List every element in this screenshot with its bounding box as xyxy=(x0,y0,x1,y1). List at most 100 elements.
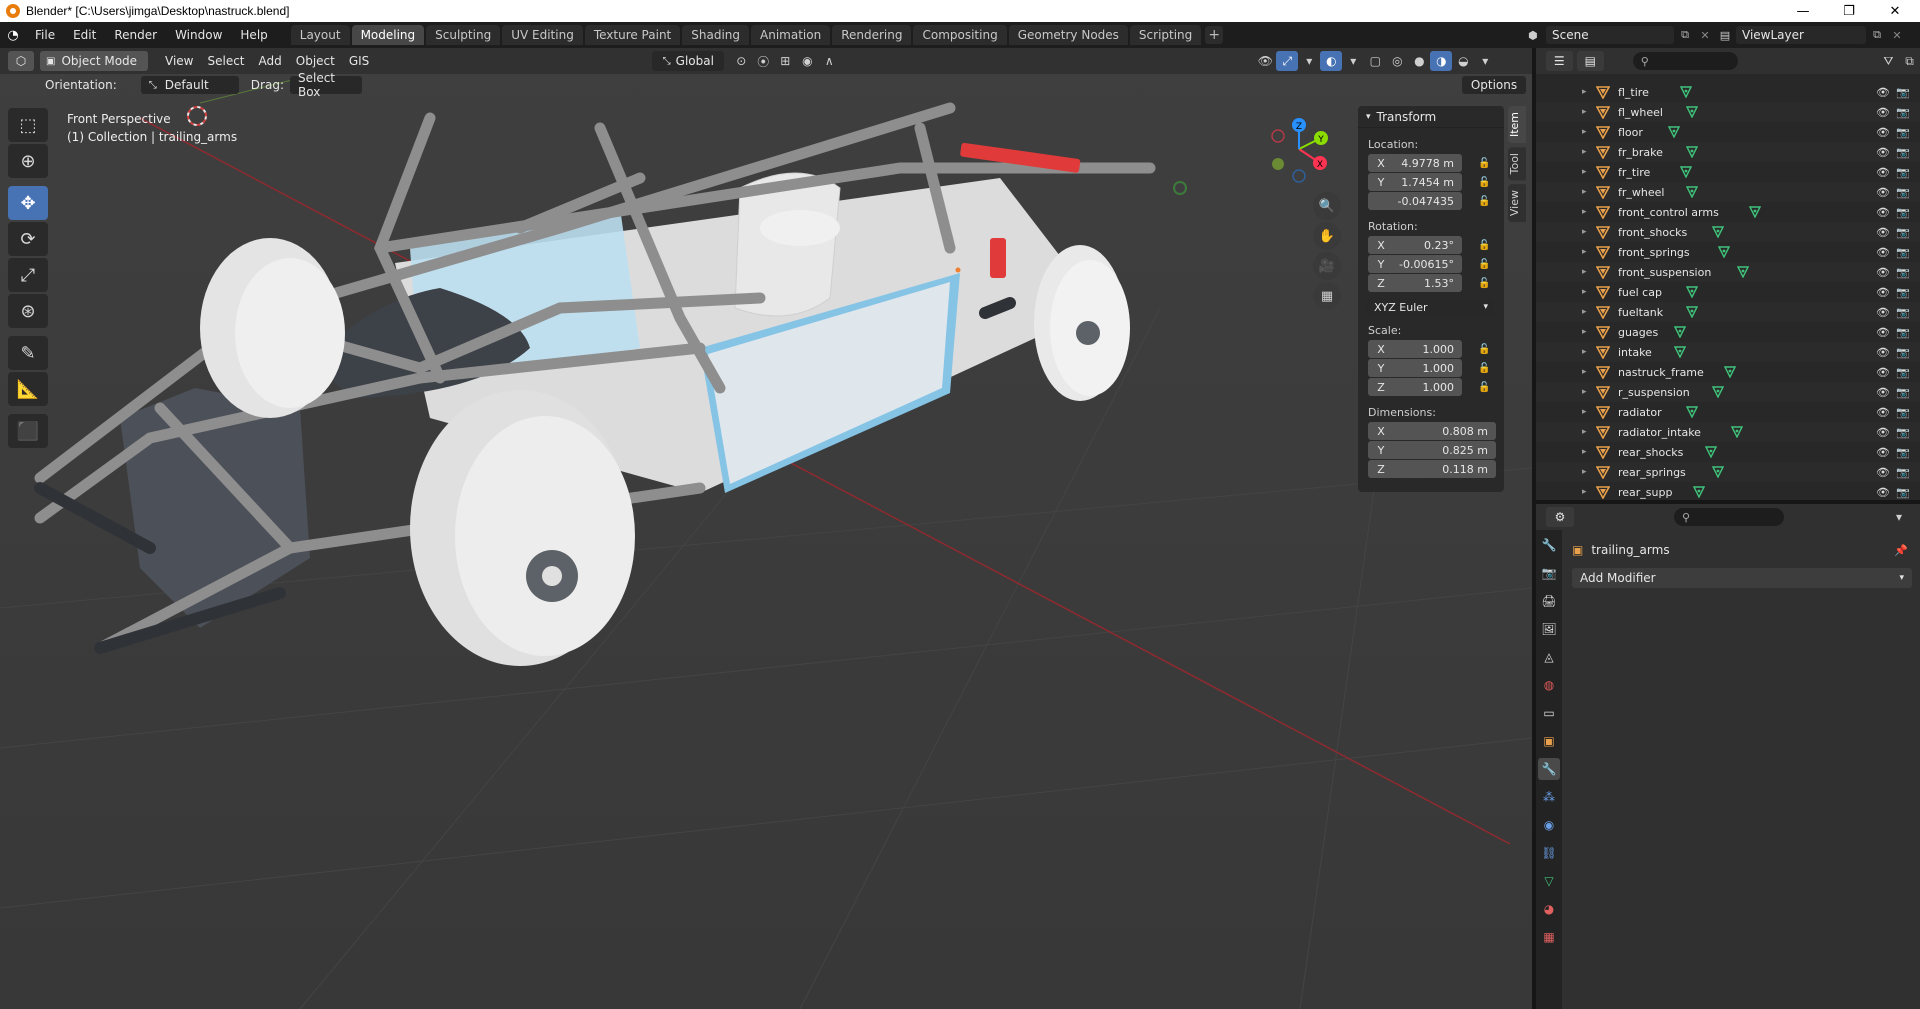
pin-icon[interactable]: 📌 xyxy=(1894,544,1908,557)
expand-arrow-icon[interactable]: ▸ xyxy=(1582,227,1587,237)
outliner-item[interactable]: ▸ floor 👁 📷 xyxy=(1536,122,1920,142)
expand-arrow-icon[interactable]: ▸ xyxy=(1582,427,1587,437)
orientation-dropdown[interactable]: ⤡ Default xyxy=(140,76,239,94)
outliner-item[interactable]: ▸ front_springs 👁 📷 xyxy=(1536,242,1920,262)
render-camera-icon[interactable]: 📷 xyxy=(1896,366,1910,379)
mesh-data-icon[interactable] xyxy=(1736,266,1749,278)
navigation-gizmo[interactable]: X Y Z xyxy=(1262,112,1336,186)
minimize-button[interactable]: — xyxy=(1780,0,1826,22)
new-collection-icon[interactable]: ⧉ xyxy=(1899,51,1920,71)
outliner-item[interactable]: ▸ guages 👁 📷 xyxy=(1536,322,1920,342)
outliner-item[interactable]: ▸ rear_shocks 👁 📷 xyxy=(1536,442,1920,462)
location-z-field[interactable]: -0.047435 xyxy=(1368,192,1462,210)
menu-view[interactable]: View xyxy=(158,48,200,74)
tab-scripting[interactable]: Scripting xyxy=(1129,25,1202,45)
menu-edit[interactable]: Edit xyxy=(64,22,105,48)
maximize-button[interactable]: ❐ xyxy=(1826,0,1872,22)
tab-animation[interactable]: Animation xyxy=(751,25,831,45)
expand-arrow-icon[interactable]: ▸ xyxy=(1582,287,1587,297)
tab-layout[interactable]: Layout xyxy=(290,25,350,45)
visibility-eye-icon[interactable]: 👁 xyxy=(1876,266,1890,279)
select-box-tool-icon[interactable]: ⬚ xyxy=(8,108,48,142)
render-camera-icon[interactable]: 📷 xyxy=(1896,286,1910,299)
modifier-properties-icon[interactable]: 🔧 xyxy=(1538,758,1560,780)
expand-arrow-icon[interactable]: ▸ xyxy=(1582,367,1587,377)
mesh-data-icon[interactable] xyxy=(1673,346,1686,358)
render-camera-icon[interactable]: 📷 xyxy=(1896,106,1910,119)
visibility-eye-icon[interactable]: 👁 xyxy=(1876,426,1890,439)
mesh-data-icon[interactable] xyxy=(1711,226,1724,238)
visibility-eye-icon[interactable]: 👁 xyxy=(1876,86,1890,99)
tab-shading[interactable]: Shading xyxy=(682,25,749,45)
mesh-data-icon[interactable] xyxy=(1705,446,1718,458)
lock-location-z-icon[interactable]: 🔓 xyxy=(1478,196,1492,208)
pan-hand-icon[interactable]: ✋ xyxy=(1313,222,1341,250)
visibility-eye-icon[interactable]: 👁 xyxy=(1876,146,1890,159)
menu-select[interactable]: Select xyxy=(200,48,251,74)
ortho-grid-icon[interactable]: ▦ xyxy=(1313,282,1341,310)
visibility-eye-icon[interactable]: 👁 xyxy=(1876,366,1890,379)
camera-view-icon[interactable]: 🎥 xyxy=(1313,252,1341,280)
move-tool-icon[interactable]: ✥ xyxy=(8,186,48,220)
expand-arrow-icon[interactable]: ▸ xyxy=(1582,487,1587,497)
render-camera-icon[interactable]: 📷 xyxy=(1896,226,1910,239)
outliner-item[interactable]: ▸ front_shocks 👁 📷 xyxy=(1536,222,1920,242)
render-camera-icon[interactable]: 📷 xyxy=(1896,86,1910,99)
mesh-data-icon[interactable] xyxy=(1686,406,1699,418)
visibility-eye-icon[interactable]: 👁 xyxy=(1876,466,1890,479)
mesh-data-icon[interactable] xyxy=(1711,386,1724,398)
visibility-eye-icon[interactable]: 👁 xyxy=(1876,106,1890,119)
expand-arrow-icon[interactable]: ▸ xyxy=(1582,387,1587,397)
outliner-editor-type-icon[interactable]: ☰ xyxy=(1545,51,1573,71)
measure-tool-icon[interactable]: 📐 xyxy=(8,372,48,406)
add-workspace-button[interactable]: + xyxy=(1205,26,1224,44)
shading-dropdown-icon[interactable]: ▾ xyxy=(1474,51,1496,71)
blender-menu-icon[interactable]: ◔ xyxy=(0,28,26,43)
expand-arrow-icon[interactable]: ▸ xyxy=(1582,307,1587,317)
expand-arrow-icon[interactable]: ▸ xyxy=(1582,347,1587,357)
3d-viewport[interactable]: ⬡ ▣ Object Mode View Select Add Object G… xyxy=(0,48,1532,1009)
collection-properties-icon[interactable]: ▭ xyxy=(1538,702,1560,724)
expand-arrow-icon[interactable]: ▸ xyxy=(1582,467,1587,477)
visibility-eye-icon[interactable]: 👁 xyxy=(1876,306,1890,319)
outliner-item[interactable]: ▸ fr_wheel 👁 📷 xyxy=(1536,182,1920,202)
render-camera-icon[interactable]: 📷 xyxy=(1896,206,1910,219)
mesh-data-icon[interactable] xyxy=(1692,486,1705,498)
tab-view[interactable]: View xyxy=(1508,184,1526,223)
outliner-item[interactable]: ▸ rear_springs 👁 📷 xyxy=(1536,462,1920,482)
gizmo-dropdown-icon[interactable]: ▾ xyxy=(1298,51,1320,71)
visibility-icon[interactable]: 👁 xyxy=(1254,51,1276,71)
rendered-shading-icon[interactable]: ◒ xyxy=(1452,51,1474,71)
delete-view-layer-icon[interactable]: ✕ xyxy=(1888,29,1906,42)
menu-render[interactable]: Render xyxy=(105,22,166,48)
expand-arrow-icon[interactable]: ▸ xyxy=(1582,267,1587,277)
outliner-item[interactable]: ▸ fueltank 👁 📷 xyxy=(1536,302,1920,322)
transform-orientation-dropdown[interactable]: ⤡ Global xyxy=(652,51,725,71)
mode-selector[interactable]: ▣ Object Mode xyxy=(40,51,148,71)
visibility-eye-icon[interactable]: 👁 xyxy=(1876,206,1890,219)
tab-item[interactable]: Item xyxy=(1508,106,1526,144)
render-camera-icon[interactable]: 📷 xyxy=(1896,346,1910,359)
gizmo-toggle-icon[interactable]: ⤢ xyxy=(1276,51,1299,71)
visibility-eye-icon[interactable]: 👁 xyxy=(1876,346,1890,359)
tab-texture-paint[interactable]: Texture Paint xyxy=(584,25,681,45)
mesh-data-icon[interactable] xyxy=(1680,86,1693,98)
render-camera-icon[interactable]: 📷 xyxy=(1896,326,1910,339)
outliner-item[interactable]: ▸ intake 👁 📷 xyxy=(1536,342,1920,362)
transform-tool-icon[interactable]: ⊛ xyxy=(8,294,48,328)
expand-arrow-icon[interactable]: ▸ xyxy=(1582,407,1587,417)
render-camera-icon[interactable]: 📷 xyxy=(1896,246,1910,259)
outliner-item[interactable]: ▸ fl_tire 👁 📷 xyxy=(1536,82,1920,102)
options-dropdown[interactable]: Options xyxy=(1461,76,1526,94)
scale-tool-icon[interactable]: ⤢ xyxy=(8,258,48,292)
render-camera-icon[interactable]: 📷 xyxy=(1896,306,1910,319)
view-layer-selector[interactable]: ViewLayer xyxy=(1736,26,1866,44)
expand-arrow-icon[interactable]: ▸ xyxy=(1582,447,1587,457)
pivot-point-icon[interactable]: ⊙ xyxy=(730,51,752,71)
mesh-data-icon[interactable] xyxy=(1724,366,1737,378)
mesh-data-icon[interactable] xyxy=(1667,126,1680,138)
mesh-data-icon[interactable] xyxy=(1686,146,1699,158)
visibility-eye-icon[interactable]: 👁 xyxy=(1876,286,1890,299)
rotation-z-field[interactable]: Z 1.53° xyxy=(1368,274,1462,292)
mesh-data-icon[interactable] xyxy=(1686,286,1699,298)
